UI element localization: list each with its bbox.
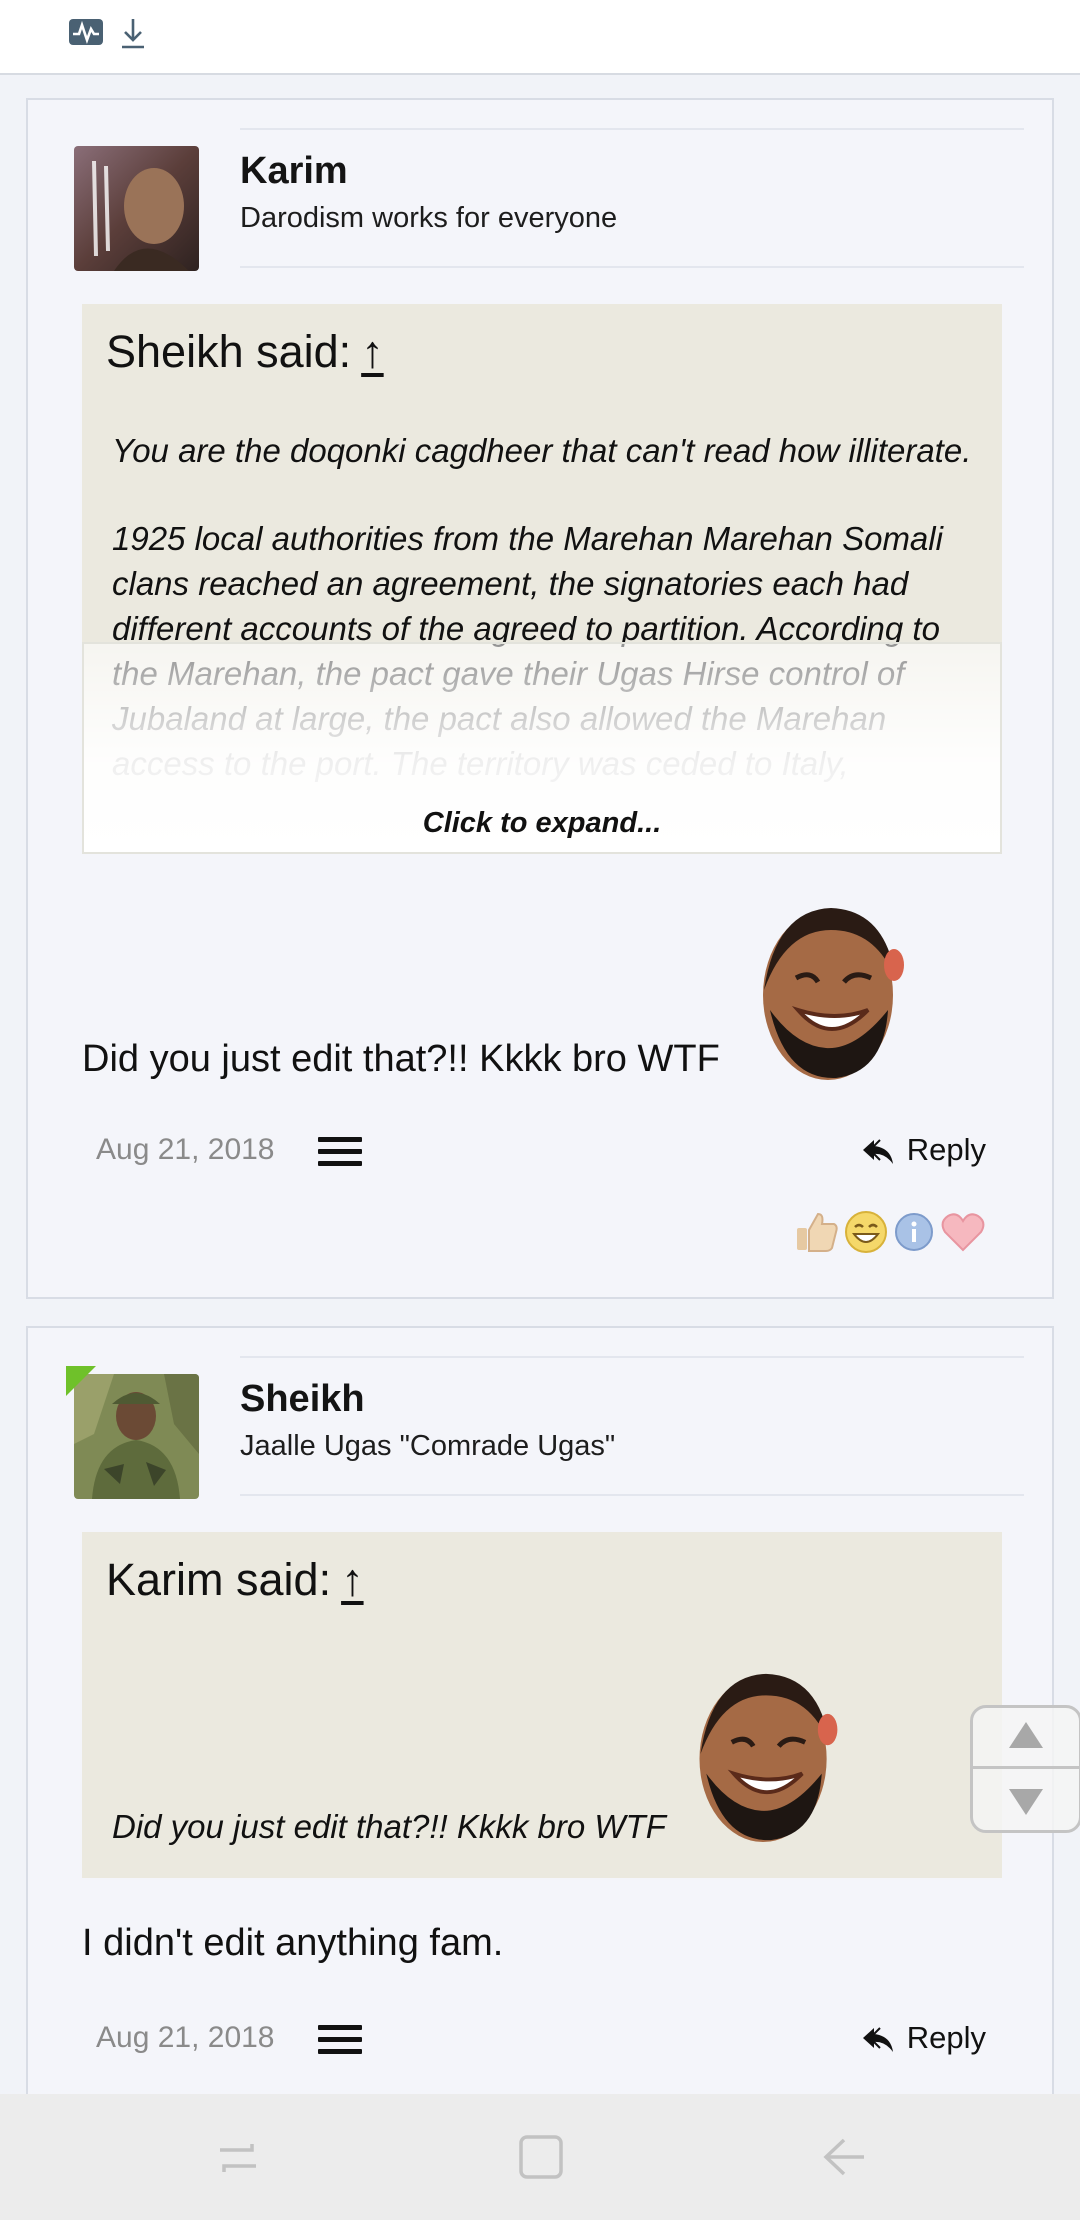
scroll-up-icon[interactable] bbox=[973, 1708, 1079, 1769]
post-karim: Karim Darodism works for everyone Sheikh… bbox=[26, 98, 1054, 1299]
quote-author[interactable]: Sheikh said: bbox=[106, 326, 351, 377]
haha-icon[interactable] bbox=[844, 1210, 888, 1259]
online-badge bbox=[66, 1366, 96, 1396]
back-icon[interactable] bbox=[820, 2134, 868, 2185]
quote-paragraph: You are the doqonki cagdheer that can't … bbox=[112, 432, 972, 469]
reaction-bar[interactable] bbox=[794, 1210, 986, 1259]
jump-to-quote-icon[interactable]: ↑ bbox=[341, 1554, 364, 1605]
username[interactable]: Sheikh bbox=[240, 1378, 365, 1421]
quote-author[interactable]: Karim said: bbox=[106, 1554, 331, 1605]
reply-button[interactable]: Reply bbox=[861, 2020, 986, 2056]
user-title: Jaalle Ugas "Comrade Ugas" bbox=[240, 1430, 616, 1462]
user-info-divider bbox=[240, 1356, 1024, 1496]
user-info-divider bbox=[240, 128, 1024, 268]
love-icon[interactable] bbox=[940, 1210, 986, 1259]
quote-header: Karim said: ↑ bbox=[106, 1554, 364, 1606]
scroll-down-icon[interactable] bbox=[973, 1769, 1079, 1830]
quote-expand-overlay[interactable]: Click to expand... bbox=[82, 642, 1002, 854]
activity-icon[interactable] bbox=[68, 16, 104, 53]
reply-label: Reply bbox=[906, 2020, 986, 2055]
jump-to-quote-icon[interactable]: ↑ bbox=[361, 326, 384, 377]
like-icon[interactable] bbox=[794, 1210, 840, 1259]
post-menu-icon[interactable] bbox=[318, 1137, 362, 1173]
quote-text: Did you just edit that?!! Kkkk bro WTF bbox=[112, 1808, 666, 1845]
top-toolbar bbox=[0, 0, 1080, 75]
reply-icon bbox=[862, 2027, 893, 2052]
quote-block: Karim said: ↑ Did you just edit that?!! K… bbox=[82, 1532, 1002, 1878]
post-date[interactable]: Aug 21, 2018 bbox=[96, 2021, 275, 2055]
home-icon[interactable] bbox=[518, 2134, 564, 2185]
reply-icon bbox=[862, 1139, 893, 1164]
download-icon[interactable] bbox=[118, 16, 148, 55]
post-menu-icon[interactable] bbox=[318, 2025, 362, 2061]
user-title: Darodism works for everyone bbox=[240, 202, 618, 234]
post-date[interactable]: Aug 21, 2018 bbox=[96, 1133, 275, 1167]
reply-button[interactable]: Reply bbox=[861, 1132, 986, 1168]
info-icon[interactable] bbox=[892, 1210, 936, 1259]
scroll-control bbox=[970, 1705, 1080, 1833]
post-message: Did you just edit that?!! Kkkk bro WTF bbox=[82, 1038, 720, 1080]
drake-laughing-image bbox=[756, 900, 906, 1087]
post-message: I didn't edit anything fam. bbox=[82, 1922, 504, 1964]
quote-block: Sheikh said: ↑ You are the doqonki cagdhe… bbox=[82, 304, 1002, 854]
expand-link[interactable]: Click to expand... bbox=[84, 807, 1000, 840]
system-navigation-bar bbox=[0, 2094, 1080, 2220]
reply-label: Reply bbox=[906, 1132, 986, 1167]
username[interactable]: Karim bbox=[240, 150, 348, 193]
quote-header: Sheikh said: ↑ bbox=[106, 326, 384, 378]
post-sheikh: Sheikh Jaalle Ugas "Comrade Ugas" Karim … bbox=[26, 1326, 1054, 2126]
avatar[interactable] bbox=[74, 146, 199, 271]
recent-apps-icon[interactable] bbox=[214, 2134, 262, 2187]
